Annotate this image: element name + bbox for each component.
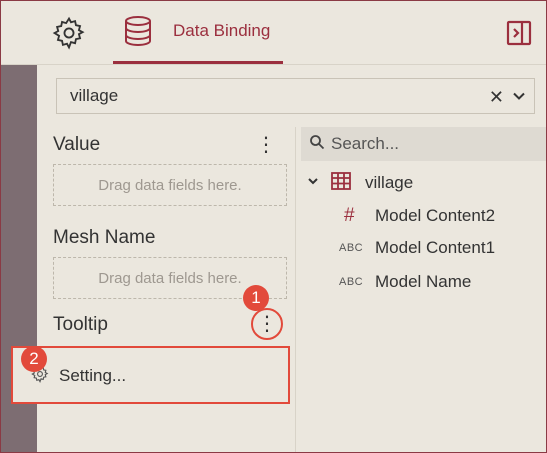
search-input[interactable]	[331, 134, 531, 154]
value-dropzone[interactable]: Drag data fields here.	[53, 164, 287, 206]
tree-item[interactable]: ABC Model Name	[339, 268, 471, 296]
data-binding-panel: Data Binding village ✕ Value ⋮ Drag data…	[0, 0, 547, 453]
dataset-dropdown[interactable]: village ✕	[56, 78, 535, 114]
text-type-icon: ABC	[339, 276, 364, 288]
panel-divider	[295, 127, 296, 452]
tab-label: Data Binding	[173, 21, 271, 40]
tree-root-village[interactable]: village	[307, 169, 413, 197]
tree-item-label: Model Name	[375, 272, 472, 291]
tree-item-label: Model Content1	[375, 238, 496, 257]
database-icon	[123, 15, 153, 47]
tooltip-context-menu: Setting...	[11, 346, 290, 404]
panel-header: Data Binding	[1, 1, 546, 65]
panel-toggle-icon	[506, 20, 532, 51]
tree-item[interactable]: ABC Model Content1	[339, 234, 495, 262]
value-field-title: Value	[53, 134, 101, 155]
field-search-box	[301, 127, 546, 161]
step-badge-2: 2	[21, 346, 47, 372]
tab-data-binding[interactable]: Data Binding	[113, 1, 283, 64]
tree-item[interactable]: # Model Content2	[339, 202, 495, 230]
table-icon	[331, 171, 365, 195]
step-badge-1: 1	[243, 285, 269, 311]
settings-button[interactable]	[49, 15, 89, 55]
dataset-selected-value: village	[70, 86, 119, 105]
number-type-icon: #	[344, 205, 355, 226]
chevron-down-icon[interactable]	[512, 89, 526, 108]
text-type-icon: ABC	[339, 242, 364, 254]
tree-item-label: Model Content2	[375, 206, 496, 225]
more-vertical-icon: ⋮	[256, 134, 276, 156]
clear-icon[interactable]: ✕	[489, 87, 504, 108]
chevron-down-icon[interactable]	[307, 174, 325, 192]
setting-menu-label: Setting...	[59, 366, 127, 385]
tooltip-field-title: Tooltip	[53, 314, 108, 335]
more-vertical-icon: ⋮	[257, 313, 277, 335]
setting-menu-item[interactable]: Setting...	[31, 356, 281, 396]
tooltip-more-button[interactable]: ⋮	[255, 312, 279, 336]
gear-icon	[52, 16, 86, 55]
value-more-button[interactable]: ⋮	[254, 133, 278, 157]
tree-root-label: village	[365, 173, 414, 192]
panel-toggle-button[interactable]	[505, 20, 533, 51]
mesh-name-field-title: Mesh Name	[53, 227, 156, 248]
search-icon	[309, 134, 325, 155]
